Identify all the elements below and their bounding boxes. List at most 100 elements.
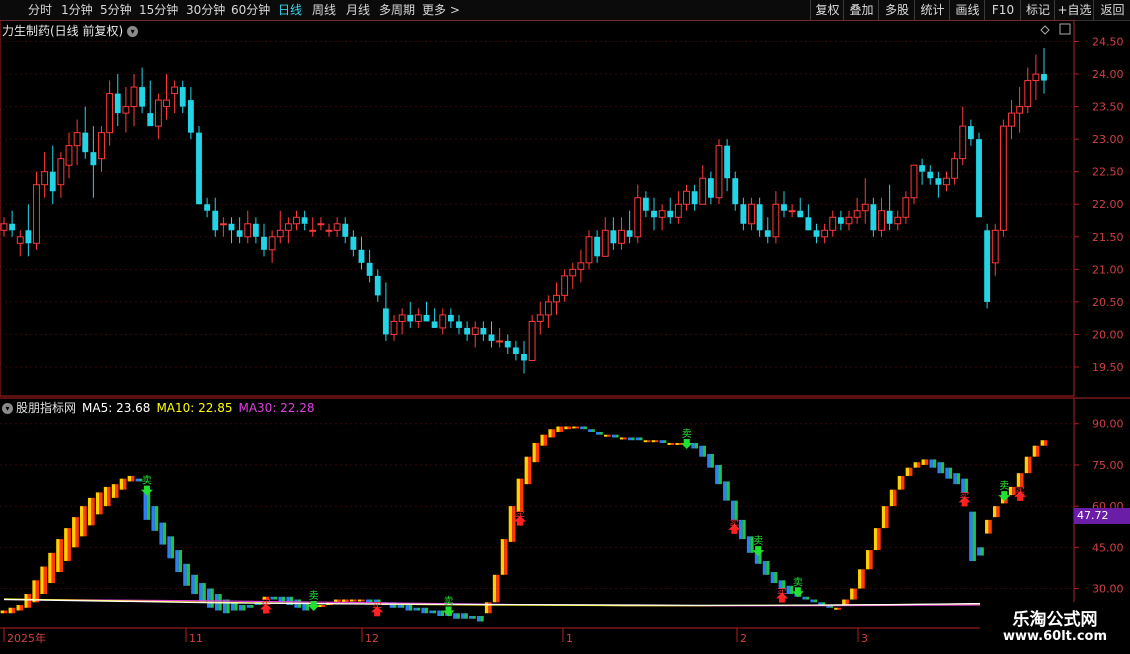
candle-body-down <box>488 334 495 341</box>
indicator-bar <box>766 561 770 575</box>
indicator-bar <box>154 506 159 531</box>
period-1[interactable]: 1分钟 <box>61 2 93 18</box>
stock-title-bar[interactable]: 力生制药(日线 前复权) ▾ <box>2 22 139 39</box>
candle-body-down <box>236 230 243 237</box>
price-axis-label: 21.50 <box>1092 231 1124 244</box>
toolbar-button-1[interactable]: 叠加 <box>843 0 879 20</box>
candle-body-down <box>732 178 739 205</box>
indicator-bar <box>889 489 894 507</box>
indicator-bar <box>83 506 87 537</box>
candle-body-up <box>1032 73 1040 82</box>
candle-body-down <box>261 236 267 250</box>
indicator-bar <box>964 478 968 493</box>
candle-body-down <box>740 204 747 224</box>
toolbar-button-7[interactable]: +自选 <box>1054 0 1094 20</box>
indicator-bar <box>948 467 953 479</box>
period-3[interactable]: 15分钟 <box>139 2 178 18</box>
indicator-bar <box>631 437 635 441</box>
candle-body-up <box>325 229 333 232</box>
candle-body-up <box>57 158 65 186</box>
indicator-bar <box>778 580 783 589</box>
indicator-bar <box>397 605 401 608</box>
indicator-bar <box>123 478 127 490</box>
ma5-label: MA5: 23.68 <box>82 401 151 415</box>
indicator-bar <box>543 434 548 446</box>
indicator-bar <box>940 462 945 474</box>
indicator-bar <box>535 442 540 463</box>
chevron-down-icon[interactable]: ▾ <box>2 403 13 414</box>
toolbar-button-0[interactable]: 复权 <box>810 0 844 20</box>
indicator-bar <box>702 445 706 457</box>
candle-body-up <box>163 99 170 108</box>
indicator-bar <box>782 580 786 589</box>
indicator-bar <box>710 453 714 468</box>
candle-body-up <box>601 229 609 257</box>
indicator-bar <box>11 607 16 614</box>
candle-body-up <box>317 223 325 226</box>
time-axis-label: 11 <box>189 632 203 645</box>
buy-marker: 买 <box>515 511 525 523</box>
candle-body-down <box>382 308 389 335</box>
candle-body-down <box>504 340 511 348</box>
candle-body-up <box>951 158 959 179</box>
indicator-bar <box>670 442 675 445</box>
toolbar-button-8[interactable]: 返回 <box>1093 0 1130 20</box>
indicator-bar <box>119 478 124 490</box>
candle-body-up <box>244 223 252 238</box>
indicator-bar <box>1040 440 1044 446</box>
candle-body-up <box>471 327 479 335</box>
candle-body-down <box>147 113 154 127</box>
indicator-bar <box>429 610 433 614</box>
period-4[interactable]: 30分钟 <box>186 2 225 18</box>
indicator-bar <box>95 492 100 515</box>
indicator-bar <box>988 519 992 534</box>
period-8[interactable]: 月线 <box>346 2 370 18</box>
period-2[interactable]: 5分钟 <box>100 2 132 18</box>
indicator-bar <box>647 440 651 443</box>
price-axis-label: 23.50 <box>1092 101 1124 114</box>
indicator-bar <box>437 610 441 616</box>
sell-marker: 卖 <box>682 428 692 440</box>
toolbar-button-5[interactable]: F10 <box>984 0 1021 20</box>
indicator-bar <box>0 610 4 614</box>
indicator-bar <box>802 596 806 600</box>
chart-panel[interactable]: 卖买卖买卖买卖买卖买卖买卖买 24.50 24.00 23.50 23.00 22.50… <box>0 19 1130 650</box>
candle-body-down <box>9 223 16 231</box>
candle-body-down <box>82 132 89 153</box>
candle-body-down <box>350 236 357 250</box>
period-5[interactable]: 60分钟 <box>231 2 270 18</box>
indicator-bar <box>583 426 587 430</box>
candle-body-up <box>496 340 504 343</box>
candle-body-down <box>212 210 219 231</box>
toolbar-button-6[interactable]: 标记 <box>1020 0 1055 20</box>
indicator-bar <box>774 572 778 584</box>
indicator-bar <box>207 588 211 608</box>
indicator-bar <box>850 588 854 600</box>
candle-body-down <box>464 327 471 335</box>
period-10[interactable]: 更多 > <box>422 2 460 18</box>
indicator-bar <box>321 605 325 608</box>
toolbar-button-3[interactable]: 统计 <box>914 0 950 20</box>
watermark-url: www.60lt.com <box>1002 629 1108 644</box>
period-0[interactable]: 分时 <box>28 2 52 18</box>
toolbar-button-2[interactable]: 多股 <box>878 0 915 20</box>
chevron-down-icon[interactable]: ▾ <box>127 26 139 37</box>
sell-marker: 卖 <box>999 480 1009 492</box>
indicator-bar <box>202 583 206 603</box>
kline-chart[interactable]: 卖买卖买卖买卖买卖买卖买卖买 24.5024.0023.5023.0022.50… <box>0 19 1130 650</box>
indicator-bar <box>178 550 183 573</box>
candle-body-up <box>894 216 902 225</box>
period-7[interactable]: 周线 <box>312 2 336 18</box>
period-9[interactable]: 多周期 <box>379 2 415 18</box>
indicator-bar <box>186 563 190 586</box>
period-6[interactable]: 日线 <box>278 2 302 18</box>
candle-body-down <box>358 249 365 263</box>
ma10-label: MA10: 22.85 <box>156 401 233 415</box>
indicator-bar <box>456 613 460 619</box>
indicator-bar <box>115 484 119 498</box>
candle-body-down <box>407 314 414 322</box>
candle-body-down <box>976 139 982 218</box>
indicator-bar <box>242 605 246 611</box>
toolbar-button-4[interactable]: 画线 <box>949 0 985 20</box>
candle-body-up <box>585 236 593 264</box>
